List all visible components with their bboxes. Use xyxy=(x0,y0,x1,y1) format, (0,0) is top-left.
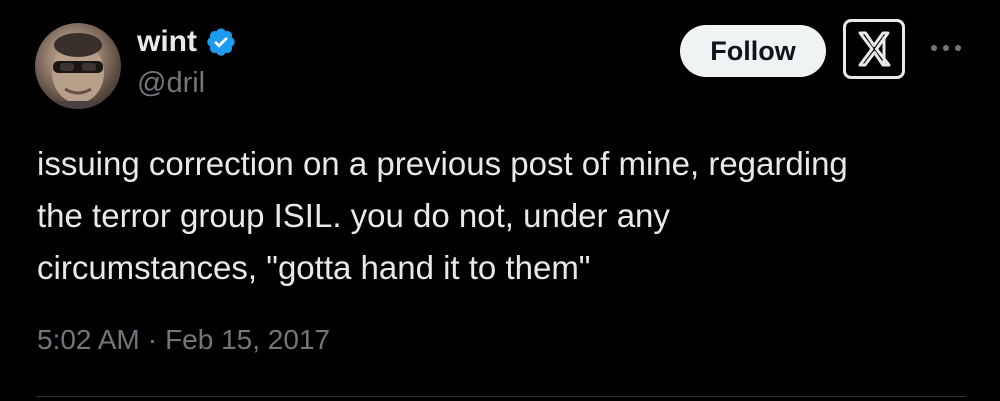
tweet-card: wint @dril Follow issuing correction on … xyxy=(0,0,1000,401)
divider xyxy=(36,396,966,397)
avatar[interactable] xyxy=(35,23,121,109)
verified-badge-icon[interactable] xyxy=(205,26,237,58)
display-name[interactable]: wint xyxy=(137,22,197,62)
tweet-time[interactable]: 5:02 AM xyxy=(37,320,140,360)
author-name-row: wint xyxy=(137,22,237,62)
avatar-image-icon xyxy=(35,33,121,109)
tweet-date[interactable]: Feb 15, 2017 xyxy=(165,320,330,360)
x-logo-icon[interactable] xyxy=(843,19,905,79)
follow-button[interactable]: Follow xyxy=(680,25,826,77)
author-handle[interactable]: @dril xyxy=(137,65,205,101)
more-options-icon[interactable] xyxy=(928,36,964,60)
tweet-timestamp: 5:02 AM · Feb 15, 2017 xyxy=(37,320,330,360)
timestamp-separator: · xyxy=(147,324,158,355)
tweet-text: issuing correction on a previous post of… xyxy=(37,145,848,286)
